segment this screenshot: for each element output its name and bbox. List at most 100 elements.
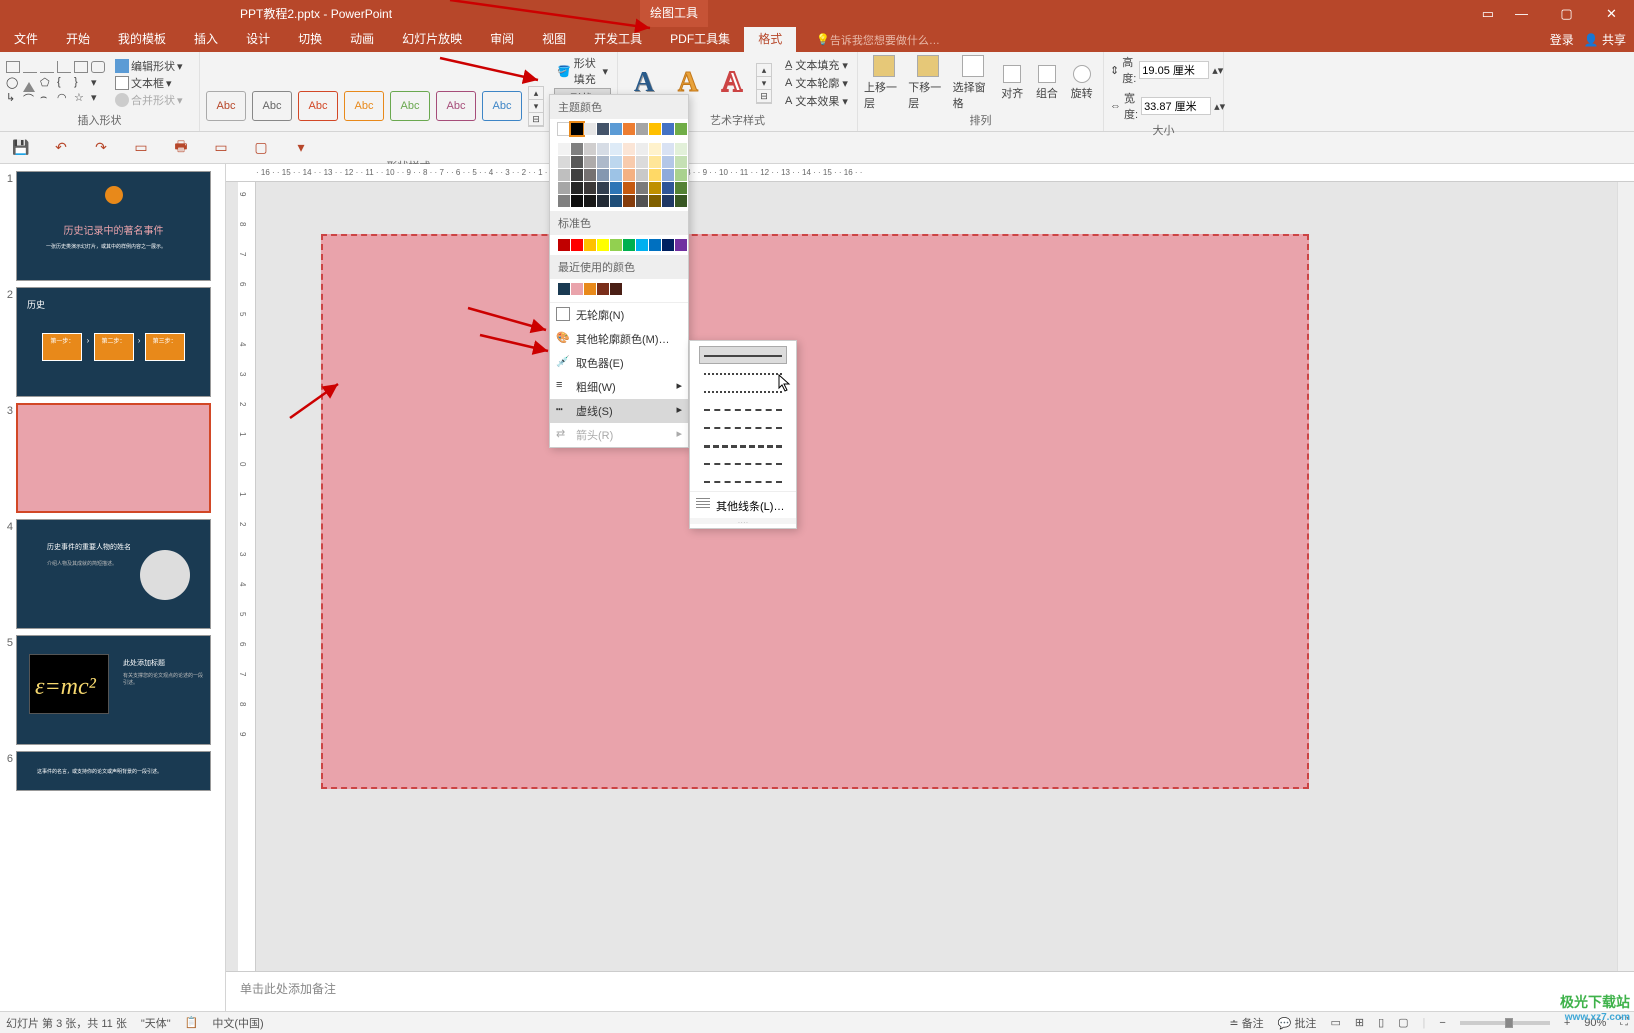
color-swatch[interactable]	[584, 123, 596, 135]
color-swatch[interactable]	[610, 156, 622, 168]
wordart-preset[interactable]: A	[712, 64, 752, 102]
color-swatch[interactable]	[636, 239, 648, 251]
thumb-row[interactable]: 4 历史事件的重要人物的姓名 介绍人物及其成就的简短描述。	[0, 516, 225, 632]
color-swatch[interactable]	[675, 239, 687, 251]
sorter-view-icon[interactable]: ⊞	[1355, 1016, 1364, 1029]
notes-toggle[interactable]: ≐ 备注	[1229, 1015, 1263, 1031]
dash-option-square-dot[interactable]	[700, 383, 786, 399]
color-swatch[interactable]	[571, 143, 583, 155]
color-swatch[interactable]	[649, 195, 661, 207]
dash-option-dash[interactable]	[700, 401, 786, 417]
color-swatch[interactable]	[675, 169, 687, 181]
more-outline-colors-item[interactable]: 🎨其他轮廓颜色(M)…	[550, 327, 688, 351]
color-swatch[interactable]	[662, 143, 674, 155]
color-swatch[interactable]	[675, 182, 687, 194]
color-swatch[interactable]	[584, 182, 596, 194]
dash-option-long-dash-dot-dot[interactable]	[700, 473, 786, 489]
color-swatch[interactable]	[623, 123, 635, 135]
tab-transitions[interactable]: 切换	[284, 27, 336, 52]
style-preset[interactable]: Abc	[344, 91, 384, 121]
thumb-row[interactable]: 2 历史 第一步： › 第二步： › 第三步：	[0, 284, 225, 400]
selection-pane-button[interactable]: 选择窗格	[953, 55, 993, 111]
color-swatch[interactable]	[649, 169, 661, 181]
color-swatch[interactable]	[610, 239, 622, 251]
color-swatch[interactable]	[662, 239, 674, 251]
dash-option-solid[interactable]	[700, 347, 786, 363]
merge-shapes-button[interactable]: 合并形状 ▾	[115, 92, 183, 108]
text-fill-button[interactable]: A̲文本填充 ▾	[782, 56, 851, 74]
zoom-out-icon[interactable]: −	[1439, 1017, 1445, 1029]
color-swatch[interactable]	[597, 156, 609, 168]
color-swatch[interactable]	[610, 123, 622, 135]
color-swatch[interactable]	[571, 123, 583, 135]
color-swatch[interactable]	[636, 143, 648, 155]
color-swatch[interactable]	[584, 169, 596, 181]
color-swatch[interactable]	[558, 195, 570, 207]
color-swatch[interactable]	[623, 156, 635, 168]
dashes-item[interactable]: ┅虚线(S)▸	[550, 399, 688, 423]
color-swatch[interactable]	[584, 195, 596, 207]
color-swatch[interactable]	[623, 182, 635, 194]
color-swatch[interactable]	[558, 123, 570, 135]
color-swatch[interactable]	[558, 143, 570, 155]
share-button[interactable]: 👤 共享	[1584, 31, 1626, 48]
color-swatch[interactable]	[597, 283, 609, 295]
horizontal-ruler[interactable]: · 16 · · 15 · · 14 · · 13 · · 12 · · 11 …	[226, 164, 1634, 182]
color-swatch[interactable]	[571, 239, 583, 251]
wordart-gallery-nav[interactable]: ▴▾⊟	[756, 63, 772, 104]
flyout-grip[interactable]: ····	[690, 518, 796, 524]
save-icon[interactable]: 💾	[12, 139, 30, 157]
color-swatch[interactable]	[636, 123, 648, 135]
color-swatch[interactable]	[597, 123, 609, 135]
color-swatch[interactable]	[662, 169, 674, 181]
style-preset[interactable]: Abc	[252, 91, 292, 121]
spellcheck-icon[interactable]: 📋	[185, 1016, 199, 1029]
color-swatch[interactable]	[610, 283, 622, 295]
color-swatch[interactable]	[636, 156, 648, 168]
dash-option-long-dash[interactable]	[700, 437, 786, 453]
align-button[interactable]: 对齐	[997, 65, 1028, 101]
tell-me-input[interactable]: 💡 告诉我您想要做什么…	[816, 32, 940, 48]
reading-view-icon[interactable]: ▯	[1378, 1016, 1384, 1029]
bring-forward-button[interactable]: 上移一层	[864, 55, 904, 111]
dash-option-round-dot[interactable]	[700, 365, 786, 381]
color-swatch[interactable]	[649, 182, 661, 194]
slide-thumbnail-4[interactable]: 历史事件的重要人物的姓名 介绍人物及其成就的简短描述。	[16, 519, 211, 629]
tab-insert[interactable]: 插入	[180, 27, 232, 52]
color-swatch[interactable]	[584, 143, 596, 155]
color-swatch[interactable]	[571, 169, 583, 181]
slide-thumbnail-1[interactable]: 历史记录中的著名事件 一张历史类演示幻灯片，或其中的样例内容之一展示。	[16, 171, 211, 281]
color-swatch[interactable]	[584, 239, 596, 251]
weight-item[interactable]: ≡粗细(W)▸	[550, 375, 688, 399]
spinner-icon[interactable]: ▴▾	[1212, 64, 1223, 77]
redo-icon[interactable]: ↷	[92, 139, 110, 157]
tab-my-templates[interactable]: 我的模板	[104, 27, 180, 52]
color-swatch[interactable]	[610, 182, 622, 194]
color-swatch[interactable]	[571, 182, 583, 194]
print-icon[interactable]: 🖶	[172, 139, 190, 157]
vertical-scrollbar[interactable]	[1617, 182, 1634, 971]
minimize-button[interactable]: —	[1499, 0, 1544, 27]
dash-option-long-dash-dot[interactable]	[700, 455, 786, 471]
undo-icon[interactable]: ↶	[52, 139, 70, 157]
color-swatch[interactable]	[584, 283, 596, 295]
slide-thumbnail-6[interactable]: 这事件的名言，或支持你的论文或声明背景的一段引述。	[16, 751, 211, 791]
spinner-icon[interactable]: ▴▾	[1214, 100, 1225, 113]
color-swatch[interactable]	[649, 156, 661, 168]
send-backward-button[interactable]: 下移一层	[908, 55, 948, 111]
tab-home[interactable]: 开始	[52, 27, 104, 52]
color-swatch[interactable]	[662, 156, 674, 168]
color-swatch[interactable]	[623, 143, 635, 155]
style-preset[interactable]: Abc	[298, 91, 338, 121]
thumb-row[interactable]: 6 这事件的名言，或支持你的论文或声明背景的一段引述。	[0, 748, 225, 794]
color-swatch[interactable]	[662, 182, 674, 194]
color-swatch[interactable]	[558, 283, 570, 295]
color-swatch[interactable]	[597, 239, 609, 251]
color-swatch[interactable]	[623, 239, 635, 251]
color-swatch[interactable]	[675, 156, 687, 168]
color-swatch[interactable]	[675, 123, 687, 135]
slide-thumbnail-2[interactable]: 历史 第一步： › 第二步： › 第三步：	[16, 287, 211, 397]
slideshow-view-icon[interactable]: ▢	[1398, 1016, 1408, 1029]
eyedropper-item[interactable]: 💉取色器(E)	[550, 351, 688, 375]
no-outline-item[interactable]: 无轮廓(N)	[550, 303, 688, 327]
